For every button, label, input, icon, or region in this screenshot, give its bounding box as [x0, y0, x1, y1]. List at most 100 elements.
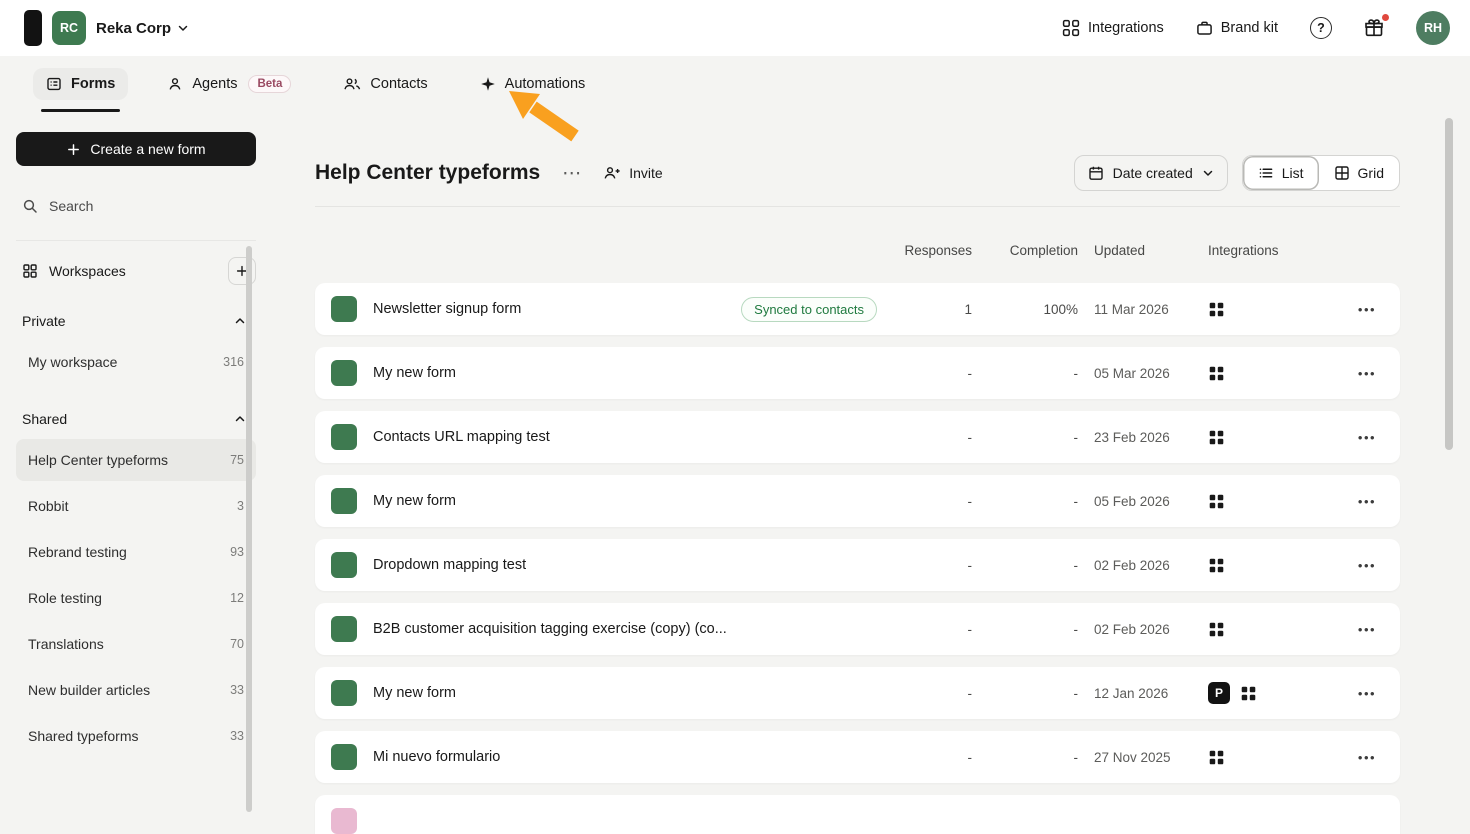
search-input[interactable]: Search — [16, 190, 256, 222]
workspaces-header: Workspaces — [16, 240, 256, 285]
partner-integration-badge[interactable]: P — [1208, 682, 1230, 704]
updated-value: 11 Mar 2026 — [1078, 302, 1208, 317]
typeform-logo[interactable] — [24, 10, 42, 46]
integration-icon[interactable] — [1208, 365, 1225, 382]
table-row[interactable]: Mi nuevo formulario - - 27 Nov 2025 ••• — [315, 731, 1400, 783]
app-window: RC Reka Corp Integrations Brand kit ? RH — [0, 0, 1470, 834]
integration-icon[interactable] — [1240, 685, 1257, 702]
chevron-up-icon — [234, 315, 246, 327]
updated-value: 02 Feb 2026 — [1078, 622, 1208, 637]
integration-icon[interactable] — [1208, 429, 1225, 446]
brand-kit-link[interactable]: Brand kit — [1196, 20, 1278, 37]
sidebar-item-rebrand-testing[interactable]: Rebrand testing 93 — [16, 531, 256, 573]
view-grid-label: Grid — [1358, 165, 1384, 181]
synced-to-contacts-badge: Synced to contacts — [741, 297, 877, 322]
view-list-button[interactable]: List — [1243, 156, 1319, 190]
grid-icon — [1334, 165, 1350, 181]
user-avatar[interactable]: RH — [1416, 11, 1450, 45]
integrations-icon — [1062, 19, 1080, 37]
view-grid-button[interactable]: Grid — [1319, 156, 1399, 190]
table-row[interactable]: Contacts URL mapping test - - 23 Feb 202… — [315, 411, 1400, 463]
responses-value: 1 — [887, 302, 972, 317]
form-name[interactable]: My new form — [373, 493, 456, 509]
invite-button[interactable]: Invite — [603, 165, 662, 181]
table-row[interactable]: My new form - - 12 Jan 2026 P ••• — [315, 667, 1400, 719]
sidebar-scrollbar[interactable] — [246, 246, 252, 812]
tab-automations[interactable]: Automations — [467, 56, 599, 112]
section-shared[interactable]: Shared — [16, 403, 256, 435]
row-more-button[interactable]: ••• — [1334, 686, 1400, 701]
form-name[interactable]: Dropdown mapping test — [373, 557, 526, 573]
workspace-more-button[interactable]: ⋯ — [560, 164, 583, 183]
tab-agents[interactable]: Agents Beta — [154, 56, 304, 112]
updated-value: 23 Feb 2026 — [1078, 430, 1208, 445]
responses-value: - — [887, 366, 972, 381]
section-private[interactable]: Private — [16, 305, 256, 337]
row-more-button[interactable]: ••• — [1334, 366, 1400, 381]
completion-value: 100% — [972, 302, 1078, 317]
sidebar-item-shared-typeforms[interactable]: Shared typeforms 33 — [16, 715, 256, 757]
form-thumbnail — [331, 296, 357, 322]
sidebar-item-new-builder-articles[interactable]: New builder articles 33 — [16, 669, 256, 711]
completion-value: - — [972, 686, 1078, 701]
integration-icon[interactable] — [1208, 493, 1225, 510]
table-row[interactable]: My new form - - 05 Mar 2026 ••• — [315, 347, 1400, 399]
create-form-button[interactable]: Create a new form — [16, 132, 256, 166]
tab-agents-label: Agents — [192, 76, 237, 92]
row-more-button[interactable]: ••• — [1334, 622, 1400, 637]
table-row[interactable] — [315, 795, 1400, 834]
tab-contacts[interactable]: Contacts — [330, 56, 440, 112]
form-name[interactable]: My new form — [373, 685, 456, 701]
table-row[interactable]: Newsletter signup form Synced to contact… — [315, 283, 1400, 335]
completion-value: - — [972, 366, 1078, 381]
row-more-button[interactable]: ••• — [1334, 494, 1400, 509]
sidebar-item-role-testing[interactable]: Role testing 12 — [16, 577, 256, 619]
sidebar-item-robbit[interactable]: Robbit 3 — [16, 485, 256, 527]
automations-icon — [480, 76, 496, 92]
main-scrollbar[interactable] — [1445, 118, 1453, 450]
beta-badge: Beta — [248, 75, 291, 93]
sidebar-item-help-center-typeforms[interactable]: Help Center typeforms 75 — [16, 439, 256, 481]
workspace-count: 93 — [230, 545, 244, 559]
updated-value: 27 Nov 2025 — [1078, 750, 1208, 765]
sidebar-item-translations[interactable]: Translations 70 — [16, 623, 256, 665]
row-more-button[interactable]: ••• — [1334, 430, 1400, 445]
workspaces-label: Workspaces — [49, 263, 126, 279]
org-avatar[interactable]: RC — [52, 11, 86, 45]
form-name[interactable]: My new form — [373, 365, 456, 381]
org-name-label: Reka Corp — [96, 20, 171, 37]
tab-contacts-label: Contacts — [370, 76, 427, 92]
integration-icon[interactable] — [1208, 749, 1225, 766]
form-name[interactable]: B2B customer acquisition tagging exercis… — [373, 621, 727, 637]
row-more-button[interactable]: ••• — [1334, 558, 1400, 573]
integrations-link[interactable]: Integrations — [1062, 19, 1164, 37]
help-button[interactable]: ? — [1310, 17, 1332, 39]
row-more-button[interactable]: ••• — [1334, 750, 1400, 765]
form-name[interactable]: Mi nuevo formulario — [373, 749, 500, 765]
form-list: Newsletter signup form Synced to contact… — [315, 283, 1400, 834]
table-row[interactable]: My new form - - 05 Feb 2026 ••• — [315, 475, 1400, 527]
form-thumbnail — [331, 808, 357, 834]
form-name[interactable]: Contacts URL mapping test — [373, 429, 550, 445]
table-row[interactable]: Dropdown mapping test - - 02 Feb 2026 ••… — [315, 539, 1400, 591]
whats-new-button[interactable] — [1364, 18, 1384, 38]
table-header: Responses Completion Updated Integration… — [315, 241, 1400, 259]
org-switcher[interactable]: Reka Corp — [96, 20, 189, 37]
sidebar-item-my-workspace[interactable]: My workspace 316 — [16, 341, 256, 383]
create-form-label: Create a new form — [90, 141, 205, 157]
updated-value: 05 Mar 2026 — [1078, 366, 1208, 381]
form-name[interactable]: Newsletter signup form — [373, 301, 521, 317]
brand-kit-label: Brand kit — [1221, 20, 1278, 36]
row-more-button[interactable]: ••• — [1334, 302, 1400, 317]
tab-forms[interactable]: Forms — [33, 56, 128, 112]
notification-dot — [1382, 14, 1389, 21]
integration-icon[interactable] — [1208, 557, 1225, 574]
completion-value: - — [972, 622, 1078, 637]
column-completion: Completion — [972, 243, 1078, 258]
integration-icon[interactable] — [1208, 301, 1225, 318]
table-row[interactable]: B2B customer acquisition tagging exercis… — [315, 603, 1400, 655]
form-thumbnail — [331, 744, 357, 770]
form-thumbnail — [331, 360, 357, 386]
sort-dropdown[interactable]: Date created — [1074, 155, 1228, 191]
integration-icon[interactable] — [1208, 621, 1225, 638]
